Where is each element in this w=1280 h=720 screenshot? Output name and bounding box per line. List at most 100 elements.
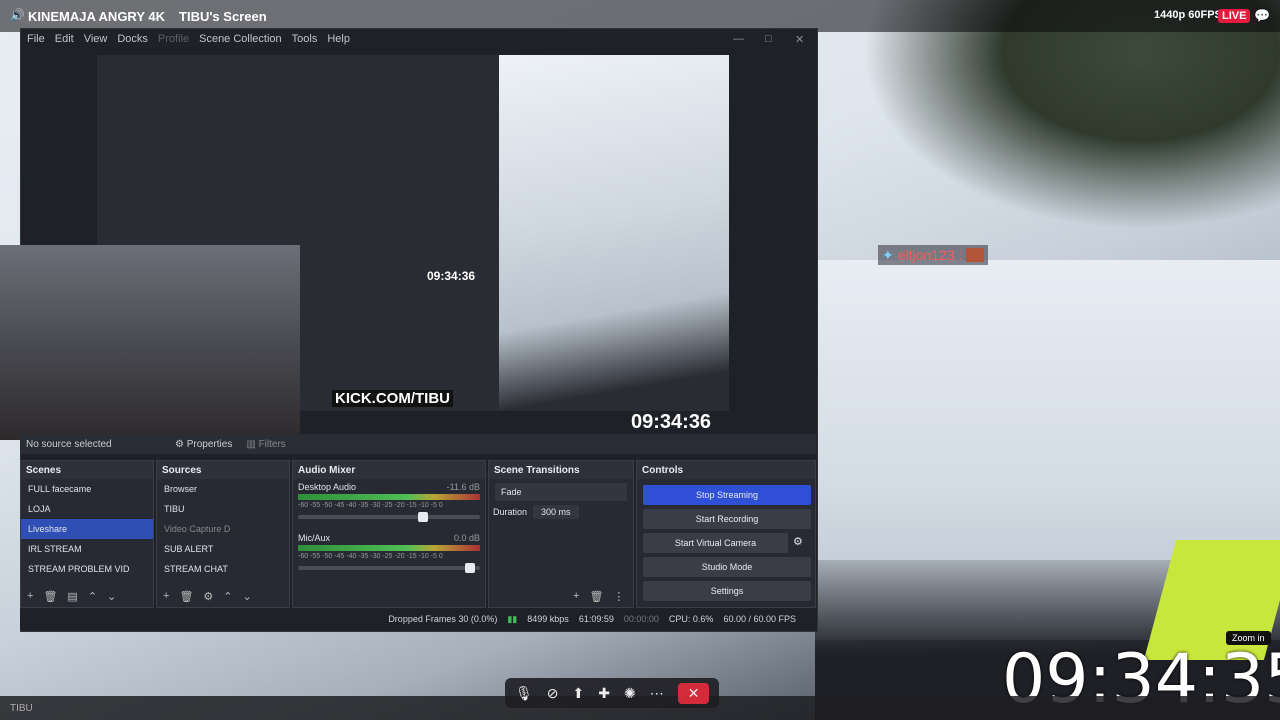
trash-icon[interactable]: 🗑: [43, 590, 57, 603]
audio-mixer-panel: Audio Mixer Desktop Audio -11.6 dB -60 -…: [292, 460, 486, 608]
menu-docks[interactable]: Docks: [117, 33, 148, 45]
add-icon[interactable]: +: [163, 590, 169, 603]
stream-time: 61:09:59: [578, 614, 614, 624]
close-icon[interactable]: ✕: [795, 33, 804, 46]
channel-name: Desktop Audio: [298, 482, 357, 492]
controls-panel: Controls Stop Streaming Start Recording …: [636, 460, 816, 608]
menu-profile[interactable]: Profile: [158, 33, 189, 45]
gear-icon[interactable]: ⚙: [793, 535, 803, 548]
scene-item[interactable]: FULL facecame: [21, 479, 153, 499]
transition-type: Fade: [501, 487, 522, 497]
start-virtual-camera-button[interactable]: Start Virtual Camera: [643, 533, 788, 553]
chat-username: eltjon123 :: [897, 247, 963, 263]
chevron-down-icon[interactable]: ⌄: [107, 590, 116, 603]
more-icon[interactable]: ⋮: [613, 590, 624, 603]
volume-meter: [298, 494, 480, 500]
slider-knob[interactable]: [465, 563, 476, 573]
menu-view[interactable]: View: [84, 33, 108, 45]
scene-item-selected[interactable]: Liveshare: [21, 519, 153, 539]
microphone-icon[interactable]: 🎙: [515, 685, 533, 702]
studio-mode-button[interactable]: Studio Mode: [643, 557, 811, 577]
meter-ticks: -60 -55 -50 -45 -40 -35 -30 -25 -20 -15 …: [298, 553, 443, 560]
menu-help[interactable]: Help: [327, 33, 350, 45]
source-item[interactable]: SUB ALERT: [157, 539, 289, 559]
minimize-icon[interactable]: —: [733, 33, 744, 45]
scene-item[interactable]: IRL STREAM: [21, 539, 153, 559]
kick-url-label: KICK.COM/TIBU: [332, 390, 453, 407]
duration-input[interactable]: 300 ms: [533, 505, 579, 519]
activities-icon[interactable]: ✚: [598, 685, 610, 702]
leave-call-button[interactable]: ✕: [677, 682, 710, 704]
properties-button[interactable]: ⚙ Properties: [175, 439, 232, 450]
chevron-up-icon[interactable]: ⌃: [223, 590, 232, 603]
live-badge: LIVE: [1218, 9, 1251, 23]
source-item[interactable]: STREAM CHAT: [157, 559, 289, 579]
menu-scene-collection[interactable]: Scene Collection: [199, 33, 282, 45]
add-icon[interactable]: +: [27, 590, 33, 603]
sources-title: Sources: [157, 461, 289, 479]
volume-meter: [298, 545, 480, 551]
webcam-overlay: [0, 245, 300, 440]
no-source-label: No source selected: [26, 438, 112, 450]
controls-title: Controls: [637, 461, 815, 479]
filter-icon[interactable]: ▤: [67, 590, 77, 603]
scenes-title: Scenes: [21, 461, 153, 479]
duration-label: Duration: [493, 507, 528, 517]
scene-item[interactable]: STREAM PROBLEM VID: [21, 559, 153, 579]
volume-slider[interactable]: [298, 563, 480, 573]
source-toolbar: No source selected ⚙ Properties ▥ Filter…: [20, 434, 816, 454]
more-icon[interactable]: ⋯: [650, 685, 664, 702]
sources-toolbar: + 🗑 ⚙ ⌃ ⌄: [163, 590, 252, 603]
transition-select[interactable]: Fade: [495, 483, 627, 501]
obs-status-bar: Dropped Frames 30 (0.0%) ▮▮ 8499 kbps 61…: [20, 609, 816, 629]
share-screen-icon[interactable]: ⬆: [573, 685, 585, 702]
channel-name: Mic/Aux: [298, 533, 331, 543]
chevron-up-icon[interactable]: ⌃: [88, 590, 97, 603]
filters-label: Filters: [258, 438, 286, 450]
record-time: 00:00:00: [623, 614, 659, 624]
meter-ticks: -60 -55 -50 -45 -40 -35 -30 -25 -20 -15 …: [298, 502, 443, 509]
camera-off-icon[interactable]: ⊘: [547, 685, 559, 702]
signal-icon: ▮▮: [507, 613, 518, 624]
preview-clock-small: 09:34:36: [427, 269, 476, 283]
chat-icon[interactable]: 💬: [1254, 8, 1270, 24]
scene-transitions-panel: Scene Transitions Fade Duration 300 ms +…: [488, 460, 634, 608]
source-label: Video Capture D: [164, 524, 231, 534]
scenes-toolbar: + 🗑 ▤ ⌃ ⌄: [27, 590, 116, 603]
mixer-channel: Mic/Aux 0.0 dB -60 -55 -50 -45 -40 -35 -…: [293, 530, 485, 573]
gear-icon[interactable]: ⚙: [203, 590, 213, 603]
source-item[interactable]: Video Capture D: [157, 519, 289, 539]
slider-knob[interactable]: [418, 512, 429, 522]
filters-button[interactable]: ▥ Filters: [246, 439, 285, 450]
start-recording-button[interactable]: Start Recording: [643, 509, 811, 529]
channel-title: KINEMAJA ANGRY 4K: [28, 8, 166, 24]
chat-badge-icon: ✦: [882, 246, 894, 263]
soundboard-icon[interactable]: ✺: [624, 685, 636, 702]
screen-title: TIBU's Screen: [179, 8, 267, 24]
menu-file[interactable]: File: [27, 33, 45, 45]
speaker-icon[interactable]: 🔊: [10, 8, 25, 22]
trash-icon[interactable]: 🗑: [179, 590, 193, 603]
menu-tools[interactable]: Tools: [292, 33, 318, 45]
transitions-toolbar: + 🗑 ⋮: [573, 590, 624, 603]
stop-streaming-button[interactable]: Stop Streaming: [643, 485, 811, 505]
chat-emote-icon: [966, 248, 985, 262]
maximize-icon[interactable]: □: [765, 33, 772, 45]
add-icon[interactable]: +: [573, 590, 579, 603]
chevron-down-icon[interactable]: ⌄: [243, 590, 252, 603]
tree-line: [815, 0, 1280, 260]
source-label: STREAM CHAT: [164, 564, 228, 574]
mixer-channel: Desktop Audio -11.6 dB -60 -55 -50 -45 -…: [293, 479, 485, 522]
source-item[interactable]: TIBU: [157, 499, 289, 519]
trash-icon[interactable]: 🗑: [589, 590, 603, 603]
cpu-usage: CPU: 0.6%: [668, 614, 714, 624]
scene-item[interactable]: LOJA: [21, 499, 153, 519]
settings-button[interactable]: Settings: [643, 581, 811, 601]
volume-slider[interactable]: [298, 512, 480, 522]
obs-docks: Scenes FULL facecame LOJA Liveshare IRL …: [20, 460, 816, 608]
menu-edit[interactable]: Edit: [55, 33, 74, 45]
source-item[interactable]: Browser: [157, 479, 289, 499]
source-label: SUB ALERT: [164, 544, 214, 554]
preview-clock-large: 09:34:36: [631, 411, 712, 433]
transitions-title: Scene Transitions: [489, 461, 633, 479]
